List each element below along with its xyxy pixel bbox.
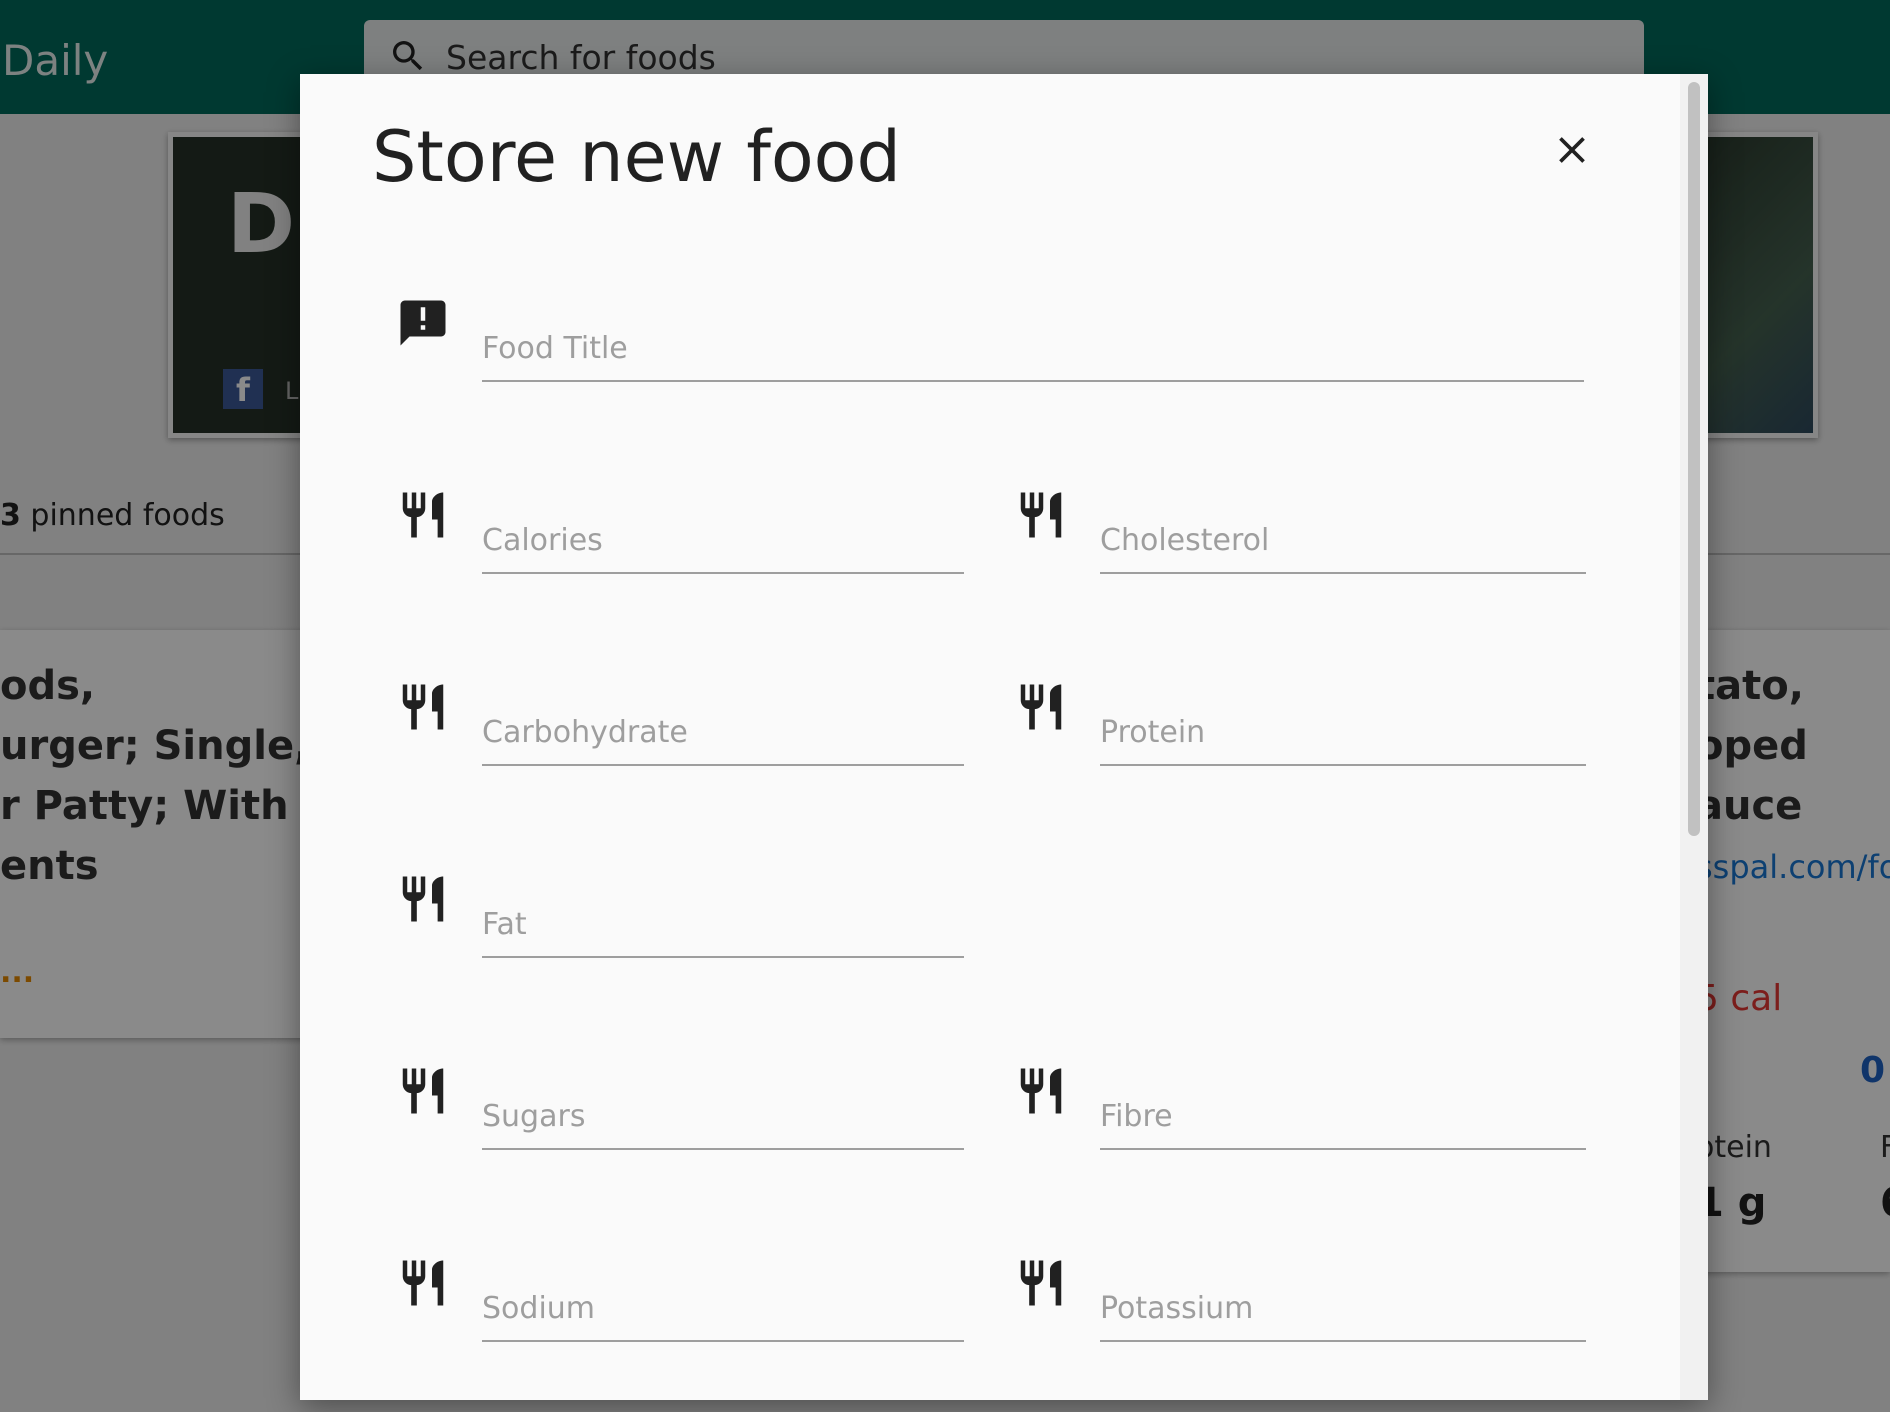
fork-knife-icon [402, 492, 444, 538]
dialog-title: Store new food [372, 116, 901, 198]
fork-knife-icon [402, 1068, 444, 1114]
carbohydrate-input[interactable] [482, 700, 964, 766]
fork-knife-icon [1020, 684, 1062, 730]
protein-input[interactable] [1100, 700, 1586, 766]
fork-knife-icon [402, 1260, 444, 1306]
scrollbar-thumb[interactable] [1688, 82, 1700, 836]
store-food-dialog: Store new food [300, 74, 1708, 1400]
alert-message-icon [400, 300, 446, 346]
close-icon[interactable] [1550, 128, 1594, 172]
fork-knife-icon [1020, 1260, 1062, 1306]
potassium-input[interactable] [1100, 1276, 1586, 1342]
fork-knife-icon [402, 684, 444, 730]
fork-knife-icon [1020, 492, 1062, 538]
cholesterol-input[interactable] [1100, 508, 1586, 574]
fork-knife-icon [1020, 1068, 1062, 1114]
fat-input[interactable] [482, 892, 964, 958]
calories-input[interactable] [482, 508, 964, 574]
sodium-input[interactable] [482, 1276, 964, 1342]
fibre-input[interactable] [1100, 1084, 1586, 1150]
fork-knife-icon [402, 876, 444, 922]
dialog-scrollbar[interactable] [1680, 74, 1708, 1400]
sugars-input[interactable] [482, 1084, 964, 1150]
food-title-input[interactable] [482, 316, 1584, 382]
